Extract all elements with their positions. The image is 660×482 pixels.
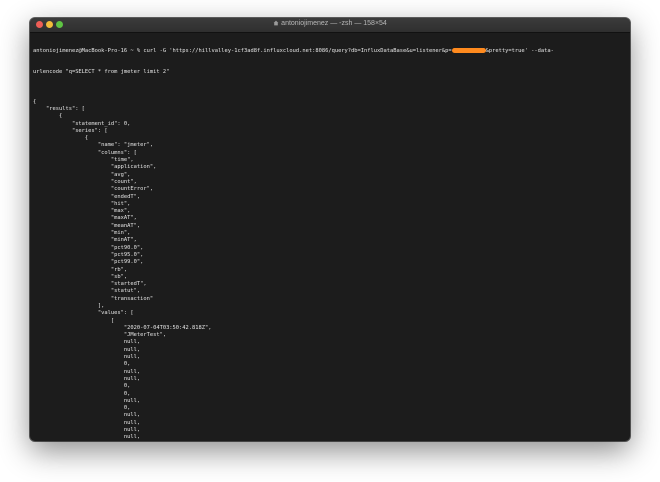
output-line: "count", <box>33 178 137 185</box>
output-line: "startedT", <box>33 281 147 288</box>
output-line: null, <box>33 434 141 441</box>
output-line: "JMeterTest", <box>33 332 167 339</box>
command-text-part1: antoniojimenez@MacBook-Pro-16 ~ % curl -… <box>33 47 452 54</box>
output-line: "meanAT", <box>33 222 141 229</box>
output-line: "min", <box>33 230 131 237</box>
output-line: "columns": [ <box>33 149 137 156</box>
output-line: "statut", <box>33 288 141 295</box>
output-line: "time", <box>33 157 134 164</box>
output-line: "maxAT", <box>33 215 137 222</box>
output-line: 0, <box>33 361 131 368</box>
command-line-1: antoniojimenez@MacBook-Pro-16 ~ % curl -… <box>33 47 627 55</box>
output-line: null, <box>33 346 141 353</box>
json-output: { "results": [ { "statement_id": 0, "ser… <box>33 91 627 441</box>
output-line: 0, <box>33 383 131 390</box>
output-line: "max", <box>33 208 131 215</box>
output-line: null, <box>33 354 141 361</box>
terminal-output[interactable]: antoniojimenez@MacBook-Pro-16 ~ % curl -… <box>33 33 627 441</box>
output-line: null, <box>33 368 141 375</box>
home-icon <box>273 20 279 26</box>
output-line: "2020-07-04T03:50:42.818Z", <box>33 324 212 331</box>
output-line: null, <box>33 427 141 434</box>
output-line: "pct95.0", <box>33 251 144 258</box>
output-line: "statement_id": 0, <box>33 120 131 127</box>
output-line: null, <box>33 419 141 426</box>
output-line: "sb", <box>33 273 128 280</box>
output-line: "rb", <box>33 266 128 273</box>
output-line: "avg", <box>33 171 131 178</box>
output-line: "hit", <box>33 200 131 207</box>
output-line: "results": [ <box>33 105 85 112</box>
output-line: { <box>33 135 89 142</box>
command-line-2: urlencode "q=SELECT * from jmeter limit … <box>33 69 170 76</box>
command-text-part2: &pretty=true' --data- <box>485 47 554 54</box>
output-line: { <box>33 98 37 105</box>
output-line: "name": "jmeter", <box>33 142 154 149</box>
output-line: "minAT", <box>33 237 137 244</box>
output-line: ], <box>33 302 105 309</box>
output-line: [ <box>33 317 115 324</box>
output-line: null, <box>33 397 141 404</box>
output-line: "endedT", <box>33 193 141 200</box>
output-line: null, <box>33 375 141 382</box>
output-line: 0, <box>33 390 131 397</box>
window-title-text: antoniojimenez — -zsh — 158×54 <box>281 20 387 27</box>
output-line: "countError", <box>33 186 154 193</box>
output-line: "pct90.0", <box>33 244 144 251</box>
output-line: "values": [ <box>33 310 134 317</box>
output-line: null, <box>33 339 141 346</box>
title-bar: antoniojimenez — -zsh — 158×54 <box>30 18 630 33</box>
output-line: { <box>33 113 63 120</box>
output-line: "series": [ <box>33 127 108 134</box>
output-line: "transaction" <box>33 295 154 302</box>
output-line: "application", <box>33 164 157 171</box>
output-line: null, <box>33 412 141 419</box>
terminal-window: antoniojimenez — -zsh — 158×54 antonioji… <box>30 18 630 441</box>
redacted-password <box>451 47 486 53</box>
output-line: "pct99.0", <box>33 259 144 266</box>
window-title: antoniojimenez — -zsh — 158×54 <box>30 20 630 27</box>
output-line: 0, <box>33 405 131 412</box>
